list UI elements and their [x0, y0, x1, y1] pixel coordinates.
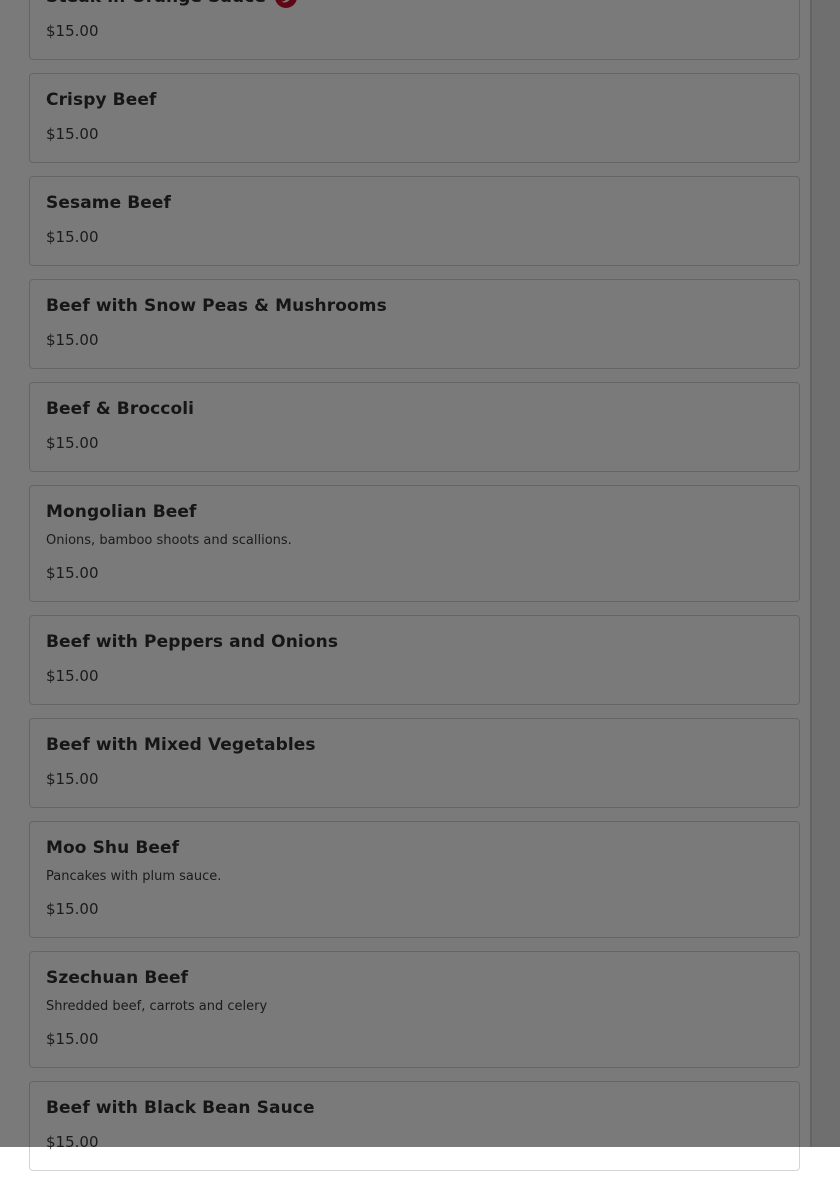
- menu-item-price: $15.00: [46, 22, 99, 40]
- menu-item-price: $15.00: [46, 564, 99, 582]
- menu-item-name-row: Crispy Beef: [46, 88, 783, 112]
- menu-item-card[interactable]: Mongolian Beef Onions, bamboo shoots and…: [29, 485, 800, 602]
- menu-item-name: Beef with Black Bean Sauce: [46, 1098, 315, 1118]
- menu-item-card[interactable]: Beef with Mixed Vegetables $15.00: [29, 718, 800, 808]
- menu-item-name-row: Szechuan Beef: [46, 966, 783, 990]
- menu-item-card[interactable]: Szechuan Beef Shredded beef, carrots and…: [29, 951, 800, 1068]
- menu-item-name: Beef & Broccoli: [46, 399, 195, 419]
- menu-item-price: $15.00: [46, 900, 99, 918]
- menu-item-card[interactable]: Crispy Beef $15.00: [29, 73, 800, 163]
- menu-item-description: Shredded beef, carrots and celery: [46, 999, 268, 1014]
- menu-item-name-row: Sesame Beef: [46, 191, 783, 215]
- menu-item-description: Onions, bamboo shoots and scallions.: [46, 533, 292, 548]
- menu-item-name: Crispy Beef: [46, 90, 157, 110]
- menu-item-price: $15.00: [46, 1133, 99, 1151]
- menu-item-price: $15.00: [46, 434, 99, 452]
- menu-item-card[interactable]: Beef with Black Bean Sauce $15.00: [29, 1081, 800, 1171]
- menu-item-name: Moo Shu Beef: [46, 838, 180, 858]
- chili-pepper-icon: [275, 0, 297, 8]
- menu-item-name-row: Beef with Peppers and Onions: [46, 630, 783, 654]
- menu-item-card[interactable]: Steak in Orange Sauce $15.00: [29, 0, 800, 60]
- menu-item-name: Steak in Orange Sauce: [46, 0, 266, 7]
- menu-item-name-row: Beef with Snow Peas & Mushrooms: [46, 294, 783, 318]
- menu-item-description: Pancakes with plum sauce.: [46, 869, 222, 884]
- menu-item-name: Szechuan Beef: [46, 968, 189, 988]
- menu-item-card[interactable]: Beef with Snow Peas & Mushrooms $15.00: [29, 279, 800, 369]
- menu-item-card[interactable]: Sesame Beef $15.00: [29, 176, 800, 266]
- menu-item-card[interactable]: Beef with Peppers and Onions $15.00: [29, 615, 800, 705]
- menu-item-price: $15.00: [46, 125, 99, 143]
- menu-item-card[interactable]: Moo Shu Beef Pancakes with plum sauce. $…: [29, 821, 800, 938]
- menu-item-name-row: Mongolian Beef: [46, 500, 783, 524]
- menu-item-name: Sesame Beef: [46, 193, 172, 213]
- menu-item-name-row: Beef & Broccoli: [46, 397, 783, 421]
- menu-item-price: $15.00: [46, 667, 99, 685]
- menu-item-name-row: Moo Shu Beef: [46, 836, 783, 860]
- menu-item-price: $15.00: [46, 228, 99, 246]
- menu-item-price: $15.00: [46, 331, 99, 349]
- menu-item-list: Steak in Orange Sauce $15.00 Crispy Beef…: [29, 0, 800, 1184]
- menu-item-name-row: Beef with Mixed Vegetables: [46, 733, 783, 757]
- menu-item-name-row: Steak in Orange Sauce: [46, 0, 783, 9]
- menu-item-name-row: Beef with Black Bean Sauce: [46, 1096, 783, 1120]
- menu-item-price: $15.00: [46, 1030, 99, 1048]
- scrollbar[interactable]: [810, 0, 840, 1147]
- menu-item-name: Mongolian Beef: [46, 502, 197, 522]
- menu-item-name: Beef with Snow Peas & Mushrooms: [46, 296, 387, 316]
- menu-item-card[interactable]: Beef & Broccoli $15.00: [29, 382, 800, 472]
- menu-item-name: Beef with Peppers and Onions: [46, 632, 339, 652]
- menu-item-price: $15.00: [46, 770, 99, 788]
- menu-item-name: Beef with Mixed Vegetables: [46, 735, 316, 755]
